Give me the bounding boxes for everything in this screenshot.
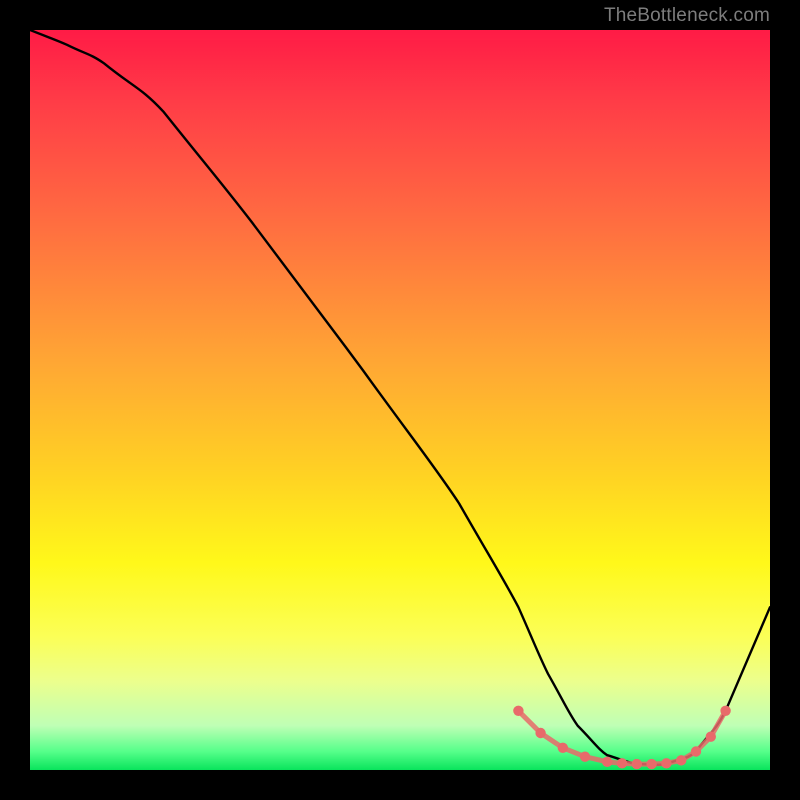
marker-dot	[646, 759, 656, 769]
marker-dot	[691, 746, 701, 756]
chart-frame: TheBottleneck.com	[0, 0, 800, 800]
marker-dot	[513, 706, 523, 716]
marker-dot	[535, 728, 545, 738]
marker-dot	[558, 743, 568, 753]
curve-svg	[30, 30, 770, 770]
marker-dot	[580, 751, 590, 761]
plot-area	[30, 30, 770, 770]
marker-dot	[632, 759, 642, 769]
marker-dot	[661, 758, 671, 768]
marker-dot	[706, 732, 716, 742]
attribution-label: TheBottleneck.com	[604, 5, 770, 27]
bottleneck-curve	[30, 30, 770, 765]
highlight-markers	[513, 706, 731, 770]
marker-dot	[676, 755, 686, 765]
marker-dot	[602, 757, 612, 767]
marker-dot	[617, 758, 627, 768]
marker-dot	[720, 706, 730, 716]
